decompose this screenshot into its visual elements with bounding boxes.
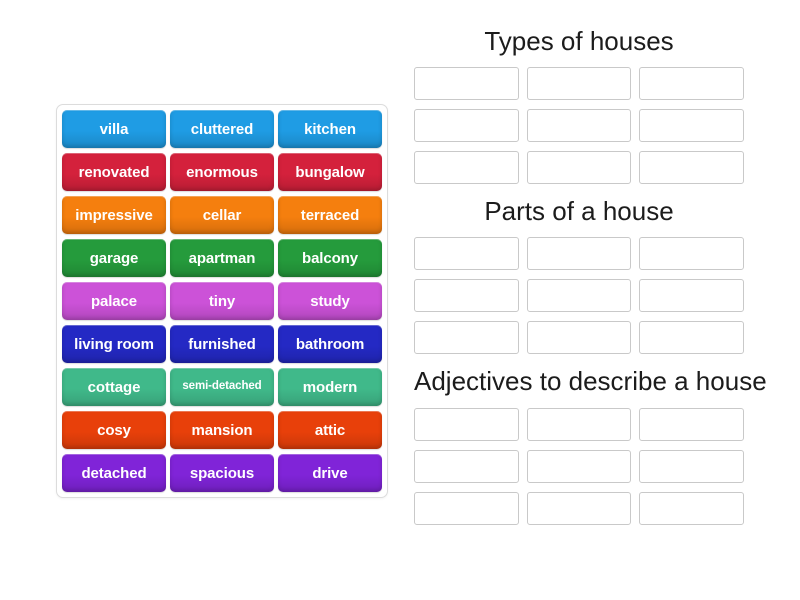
drop-slot-grid <box>414 67 744 185</box>
word-tile[interactable]: renovated <box>62 153 166 191</box>
word-tile[interactable]: palace <box>62 282 166 320</box>
word-tile[interactable]: tiny <box>170 282 274 320</box>
word-tile[interactable]: spacious <box>170 454 274 492</box>
drop-slot[interactable] <box>526 491 632 525</box>
word-tile[interactable]: bathroom <box>278 325 382 363</box>
drop-slot[interactable] <box>526 67 632 101</box>
word-tile[interactable]: cottage <box>62 368 166 406</box>
word-tile[interactable]: furnished <box>170 325 274 363</box>
drop-slot[interactable] <box>526 237 632 271</box>
drop-slot[interactable] <box>639 237 744 271</box>
drop-slot[interactable] <box>414 67 519 101</box>
drop-slot[interactable] <box>414 449 519 483</box>
word-tile[interactable]: garage <box>62 239 166 277</box>
drop-slot[interactable] <box>414 491 519 525</box>
drop-slot[interactable] <box>526 279 632 313</box>
word-tile[interactable]: living room <box>62 325 166 363</box>
drop-slot-grid <box>414 237 744 355</box>
word-tile-grid: villa cluttered kitchen renovated enormous bu… <box>62 110 382 492</box>
category-section: Types of houses <box>414 26 744 185</box>
category-title: Types of houses <box>484 26 674 56</box>
word-tile[interactable]: enormous <box>170 153 274 191</box>
word-tile[interactable]: modern <box>278 368 382 406</box>
word-tile[interactable]: detached <box>62 454 166 492</box>
category-title: Parts of a house <box>484 196 674 227</box>
category-title: Adjectives to describe a house <box>414 366 767 397</box>
word-tile[interactable]: terraced <box>278 196 382 234</box>
drop-slot[interactable] <box>639 407 744 441</box>
word-tile[interactable]: villa <box>62 110 166 148</box>
group-sort-activity: villa cluttered kitchen renovated enormous bu… <box>0 0 800 600</box>
drop-slot[interactable] <box>526 151 632 185</box>
drop-slot[interactable] <box>526 321 632 355</box>
drop-slot[interactable] <box>639 321 744 355</box>
word-tile[interactable]: bungalow <box>278 153 382 191</box>
drop-slot[interactable] <box>639 67 744 101</box>
word-tile[interactable]: apartman <box>170 239 274 277</box>
drop-slot[interactable] <box>414 407 519 441</box>
word-tile-panel: villa cluttered kitchen renovated enormous bu… <box>56 104 388 498</box>
category-section: Adjectives to describe a house <box>414 366 767 525</box>
category-section: Parts of a house <box>414 196 744 355</box>
drop-slot[interactable] <box>414 237 519 271</box>
drop-slot[interactable] <box>414 151 519 185</box>
word-tile[interactable]: cellar <box>170 196 274 234</box>
word-tile[interactable]: mansion <box>170 411 274 449</box>
word-tile[interactable]: semi-detached <box>170 368 274 406</box>
word-tile[interactable]: cosy <box>62 411 166 449</box>
drop-slot[interactable] <box>526 449 632 483</box>
drop-slot[interactable] <box>639 449 744 483</box>
word-tile[interactable]: drive <box>278 454 382 492</box>
drop-slot[interactable] <box>526 407 632 441</box>
category-list: Types of houses Parts of a house Adjective… <box>414 26 767 537</box>
drop-slot[interactable] <box>639 151 744 185</box>
drop-slot[interactable] <box>639 491 744 525</box>
word-tile[interactable]: balcony <box>278 239 382 277</box>
word-tile[interactable]: kitchen <box>278 110 382 148</box>
drop-slot[interactable] <box>526 109 632 143</box>
word-tile[interactable]: cluttered <box>170 110 274 148</box>
drop-slot-grid <box>414 407 744 525</box>
word-tile[interactable]: impressive <box>62 196 166 234</box>
drop-slot[interactable] <box>639 109 744 143</box>
drop-slot[interactable] <box>414 321 519 355</box>
drop-slot[interactable] <box>414 279 519 313</box>
word-tile[interactable]: attic <box>278 411 382 449</box>
drop-slot[interactable] <box>639 279 744 313</box>
drop-slot[interactable] <box>414 109 519 143</box>
word-tile[interactable]: study <box>278 282 382 320</box>
